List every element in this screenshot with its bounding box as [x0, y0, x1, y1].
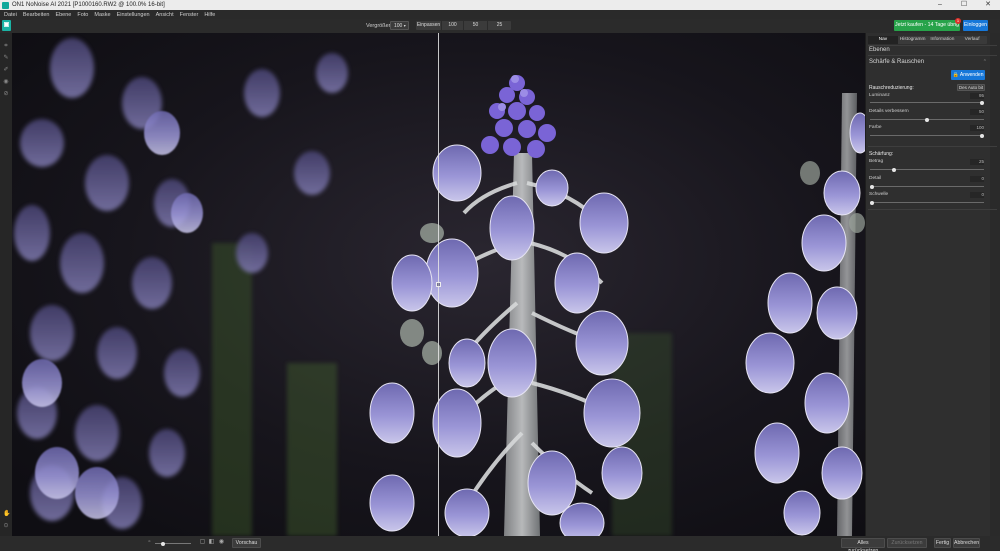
pan-tool-icon[interactable]: ✋: [3, 511, 10, 517]
on1-logo: ▣: [2, 20, 11, 31]
sharpening-heading: Schärfung:: [869, 151, 894, 157]
slider-label-details: Details verbessern: [869, 109, 909, 114]
panel-scroll-edge: [990, 33, 1000, 536]
cancel-button[interactable]: Abbrechen: [953, 538, 980, 548]
app-window: ON1 NoNoise AI 2021 [P1000160.RW2 @ 100.…: [0, 0, 1000, 551]
fit-button[interactable]: Einpassen: [416, 21, 442, 30]
reset-button[interactable]: Zurücksetzen: [887, 538, 927, 548]
tab-nav[interactable]: Nav: [868, 36, 898, 44]
split-handle[interactable]: [436, 282, 441, 287]
minimize-icon[interactable]: –: [928, 0, 952, 10]
slider-value-color[interactable]: 100: [970, 125, 984, 131]
right-panel: Nav Histogramm Information Verlauf Ebene…: [866, 33, 1000, 536]
tab-history[interactable]: Verlauf: [957, 36, 987, 44]
slider-detail[interactable]: [870, 184, 984, 189]
view-tool-icon[interactable]: ◉: [3, 79, 9, 85]
slider-knob[interactable]: [980, 100, 984, 105]
slider-knob[interactable]: [161, 541, 165, 546]
zoom-25-button[interactable]: 25: [488, 21, 511, 30]
tool-strip: ⌗ ✎ ✐ ◉ ⊘ ✋ ⊙: [0, 33, 12, 536]
image-canvas[interactable]: [12, 33, 865, 536]
zoom-value: 100: [394, 23, 403, 29]
slider-threshold[interactable]: [870, 200, 984, 205]
slider-value-threshold[interactable]: 0: [970, 192, 984, 198]
title-bar: ON1 NoNoise AI 2021 [P1000160.RW2 @ 100.…: [0, 0, 1000, 10]
slider-value-amount[interactable]: 25: [970, 159, 984, 165]
slider-label-color: Farbe: [869, 125, 882, 130]
brush-tool-icon[interactable]: ✎: [3, 55, 9, 61]
tab-information[interactable]: Information: [928, 36, 958, 44]
bottom-bar: ▫ ▢ ◧ ◉ Vorschau Alles zurücksetzen Zurü…: [0, 536, 1000, 551]
layers-title[interactable]: Ebenen: [869, 47, 890, 53]
refine-tool-icon[interactable]: ⊘: [3, 91, 9, 97]
menu-item-foto[interactable]: Foto: [77, 12, 88, 18]
slider-label-detail: Detail: [869, 176, 882, 181]
divider: [868, 45, 997, 46]
menu-bar: Datei Bearbeiten Ebene Foto Maske Einste…: [0, 10, 1000, 19]
login-button[interactable]: Einloggen: [963, 20, 988, 31]
chevron-down-icon: ▾: [403, 23, 406, 28]
divider: [868, 209, 997, 210]
panel-tabs: Nav Histogramm Information Verlauf: [868, 36, 987, 44]
window-title: ON1 NoNoise AI 2021 [P1000160.RW2 @ 100.…: [12, 2, 165, 8]
single-view-icon[interactable]: ▢: [199, 539, 206, 546]
toolbar: ▣ Vergrößern 100 ▾ Einpassen 100 50 25: [0, 19, 1000, 33]
done-button[interactable]: Fertig: [934, 538, 951, 548]
preview-button[interactable]: Vorschau: [232, 538, 261, 548]
notification-badge: 1: [955, 18, 961, 24]
slider-luminance[interactable]: [870, 100, 984, 105]
menu-item-ansicht[interactable]: Ansicht: [156, 12, 174, 18]
tab-histogram[interactable]: Histogramm: [898, 36, 928, 44]
divider: [868, 55, 997, 56]
slider-value-details[interactable]: 50: [970, 109, 984, 115]
slider-details[interactable]: [870, 117, 984, 122]
apply-label: Anwenden: [959, 72, 984, 78]
collapse-icon[interactable]: ⌃: [983, 59, 987, 65]
noise-reduction-heading: Rauschreduzierung:: [869, 85, 914, 91]
close-icon[interactable]: ✕: [976, 0, 1000, 10]
divider: [868, 146, 997, 147]
zoom-100-button[interactable]: 100: [442, 21, 464, 30]
menu-item-einstellungen[interactable]: Einstellungen: [117, 12, 150, 18]
thumbnail-zoom-slider[interactable]: [155, 541, 191, 546]
menu-item-datei[interactable]: Datei: [4, 12, 17, 18]
lock-icon: 🔒: [952, 72, 959, 78]
section-title[interactable]: Schärfe & Rauschen: [869, 59, 924, 65]
app-icon: [2, 1, 9, 9]
compare-view-icon[interactable]: ◧: [208, 539, 215, 546]
reset-all-button[interactable]: Alles zurücksetzen: [841, 538, 885, 551]
auto-button[interactable]: Des Auto bit: [957, 84, 985, 91]
slider-value-luminance[interactable]: 95: [970, 93, 984, 99]
zoom-out-icon[interactable]: ▫: [146, 539, 153, 546]
menu-item-maske[interactable]: Maske: [94, 12, 110, 18]
apply-button[interactable]: 🔒 Anwenden: [951, 70, 985, 80]
slider-knob[interactable]: [980, 133, 984, 138]
zoom-tool-icon[interactable]: ⊙: [3, 523, 9, 529]
slider-label-threshold: Schwelle: [869, 192, 889, 197]
zoom-select[interactable]: 100 ▾: [390, 21, 409, 30]
buy-now-button[interactable]: Jetzt kaufen - 14 Tage übrig: [894, 20, 960, 31]
slider-label-amount: Betrag: [869, 159, 884, 164]
menu-item-bearbeiten[interactable]: Bearbeiten: [23, 12, 50, 18]
slider-value-detail[interactable]: 0: [970, 176, 984, 182]
slider-knob[interactable]: [870, 184, 874, 189]
slider-knob[interactable]: [892, 167, 896, 172]
slider-knob[interactable]: [925, 117, 929, 122]
menu-item-ebene[interactable]: Ebene: [55, 12, 71, 18]
slider-label-luminance: Luminanz: [869, 93, 890, 98]
window-controls: – ☐ ✕: [928, 0, 1000, 10]
maximize-icon[interactable]: ☐: [952, 0, 976, 10]
menu-item-hilfe[interactable]: Hilfe: [204, 12, 215, 18]
slider-knob[interactable]: [870, 200, 874, 205]
zoom-presets: Einpassen 100 50 25: [416, 21, 511, 30]
eye-icon[interactable]: ◉: [218, 539, 225, 546]
menu-item-fenster[interactable]: Fenster: [180, 12, 199, 18]
slider-color[interactable]: [870, 133, 984, 138]
slider-amount[interactable]: [870, 167, 984, 172]
crop-tool-icon[interactable]: ⌗: [3, 43, 9, 49]
mask-brush-icon[interactable]: ✐: [3, 67, 9, 73]
zoom-50-button[interactable]: 50: [464, 21, 488, 30]
